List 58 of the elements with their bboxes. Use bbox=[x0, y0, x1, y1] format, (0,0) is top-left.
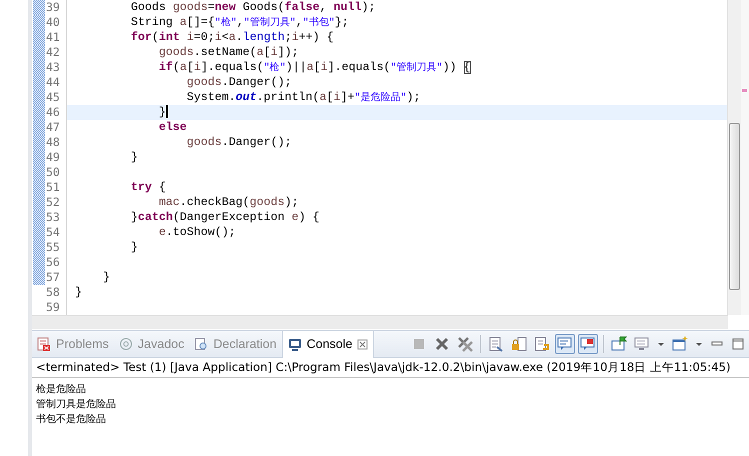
code-line: goods.Danger(); bbox=[186, 75, 293, 90]
maximize-icon[interactable] bbox=[731, 336, 745, 352]
lock-document-icon[interactable] bbox=[511, 336, 527, 352]
line-number: 50 bbox=[45, 165, 67, 180]
view-tab[interactable]: Declaration bbox=[189, 331, 282, 357]
code-line: String a[]={"枪","管制刀具","书包"}; bbox=[130, 15, 350, 30]
vertical-scrollbar[interactable] bbox=[727, 0, 741, 315]
code-line: goods.Danger(); bbox=[186, 135, 293, 150]
code-line: }catch(DangerException e) { bbox=[130, 210, 321, 225]
line-number: 40 bbox=[45, 15, 67, 30]
monitor-icon bbox=[288, 338, 302, 352]
line-number: 44 bbox=[45, 75, 67, 90]
console-output-line: 枪是危险品 bbox=[36, 382, 87, 397]
code-line: mac.checkBag(goods); bbox=[158, 195, 300, 210]
code-line: } bbox=[130, 150, 139, 165]
error-list-icon bbox=[37, 337, 51, 351]
line-number: 43 bbox=[45, 60, 67, 75]
cross-icon[interactable] bbox=[434, 336, 450, 352]
code-line: for(int i=0;i<a.length;i++) { bbox=[130, 30, 335, 45]
line-number: 55 bbox=[45, 240, 67, 255]
line-number: 56 bbox=[45, 255, 67, 270]
view-tab[interactable]: Console bbox=[282, 331, 374, 358]
line-number: 53 bbox=[45, 210, 67, 225]
view-tab[interactable]: Javadoc bbox=[114, 331, 190, 357]
flag-monitor-icon[interactable] bbox=[611, 336, 627, 352]
code-line: try { bbox=[130, 180, 167, 195]
document-icon bbox=[194, 337, 208, 351]
line-number: 47 bbox=[45, 120, 67, 135]
horizontal-scrollbar[interactable] bbox=[32, 315, 728, 329]
view-tab[interactable]: Problems bbox=[32, 331, 114, 357]
line-number: 54 bbox=[45, 225, 67, 240]
line-number: 39 bbox=[45, 0, 67, 15]
code-line: e.toShow(); bbox=[158, 225, 237, 240]
line-number: 58 bbox=[45, 285, 67, 300]
new-window-icon[interactable] bbox=[672, 336, 688, 352]
process-status: <terminated> Test (1) [Java Application] C:\Program Files\Java\jdk-12.0.2\bin\javaw.exe (2019年10月18日 上午11:05:45) bbox=[32, 358, 749, 378]
code-line: } bbox=[130, 240, 139, 255]
code-line: System.out.println(a[i]+"是危险品"); bbox=[186, 90, 422, 105]
monitor-icon[interactable] bbox=[634, 336, 650, 352]
line-number: 41 bbox=[45, 30, 67, 45]
double-cross-icon[interactable] bbox=[457, 336, 473, 352]
scroll-thumb[interactable] bbox=[729, 123, 740, 290]
line-number: 51 bbox=[45, 180, 67, 195]
console-output-line: 管制刀具是危险品 bbox=[36, 398, 117, 412]
clear-document-icon[interactable] bbox=[488, 336, 504, 352]
close-icon[interactable] bbox=[357, 339, 368, 350]
line-number: 52 bbox=[45, 195, 67, 210]
code-line: goods.setName(a[i]); bbox=[158, 45, 300, 60]
line-number: 57 bbox=[45, 270, 67, 285]
code-line: } bbox=[74, 285, 83, 300]
code-line: Goods goods=new Goods(false, null); bbox=[130, 0, 376, 15]
line-number: 42 bbox=[45, 45, 67, 60]
code-line: } bbox=[102, 270, 111, 285]
code-line: else bbox=[158, 120, 188, 135]
line-number: 49 bbox=[45, 150, 67, 165]
wrap-document-icon[interactable] bbox=[534, 336, 550, 352]
console-output-line: 书包不是危险品 bbox=[36, 412, 107, 427]
line-number: 48 bbox=[45, 135, 67, 150]
